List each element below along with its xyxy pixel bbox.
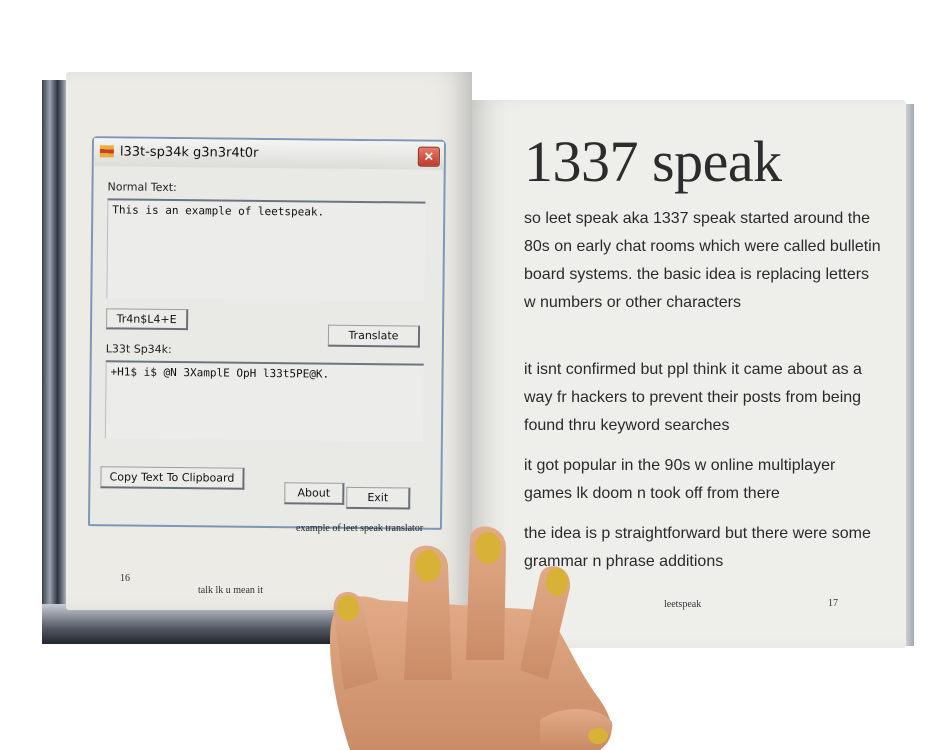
close-icon[interactable]: ✕ xyxy=(417,146,440,167)
left-running-footer: talk lk u mean it xyxy=(198,585,263,596)
paragraph-4: the idea is p straightforward but there … xyxy=(524,525,871,570)
window-titlebar: l33t-sp34k g3n3r4t0r ✕ xyxy=(93,138,445,170)
nail-thumb xyxy=(588,728,608,744)
open-book: l33t-sp34k g3n3r4t0r ✕ Normal Text: This… xyxy=(0,0,938,750)
book-spine-edge xyxy=(42,80,68,640)
page-heading: 1337 speak xyxy=(524,129,782,194)
paragraph-2: it isnt confirmed but ppl think it came … xyxy=(524,361,862,434)
right-running-footer: leetspeak xyxy=(664,599,702,610)
figure-caption: example of leet speak translator xyxy=(296,523,424,534)
exit-button[interactable]: Exit xyxy=(346,486,411,510)
normal-text-label: Normal Text: xyxy=(107,180,177,195)
paragraph-1: so leet speak aka 1337 speak started aro… xyxy=(524,210,881,311)
copy-to-clipboard-button[interactable]: Copy Text To Clipboard xyxy=(100,466,245,490)
leet-speak-label: L33t Sp34k: xyxy=(105,342,172,357)
thumb xyxy=(540,708,613,748)
translate-button[interactable]: Translate xyxy=(327,324,421,348)
left-page-number: 16 xyxy=(120,573,130,584)
right-page-number: 17 xyxy=(828,598,838,609)
window-title: l33t-sp34k g3n3r4t0r xyxy=(119,144,259,161)
leet-generator-window: l33t-sp34k g3n3r4t0r ✕ Normal Text: This… xyxy=(87,136,447,530)
normal-text-area[interactable]: This is an example of leetspeak. xyxy=(106,198,426,302)
leet-translate-button[interactable]: Tr4n$L4+E xyxy=(106,308,189,331)
paragraph-3: it got popular in the 90s w online multi… xyxy=(524,457,836,502)
leet-speak-area[interactable]: +H1$ i$ @N 3XamplE OpH l33t5PE@K. xyxy=(104,360,424,442)
app-icon xyxy=(99,145,114,158)
about-button[interactable]: About xyxy=(284,482,345,505)
book-cover-bottom xyxy=(42,604,462,644)
